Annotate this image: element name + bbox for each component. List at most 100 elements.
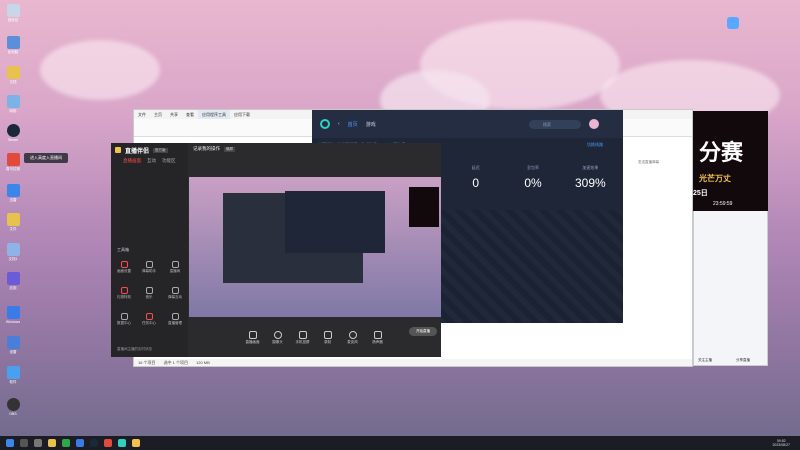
tab-interact[interactable]: 互动 — [147, 158, 156, 164]
start-icon[interactable] — [6, 439, 14, 447]
tab-app-tools[interactable]: 应用程序工具 — [198, 110, 230, 119]
icon-label: Steam — [7, 138, 19, 142]
tab-home[interactable]: 首页 — [348, 121, 358, 128]
desktop-icon[interactable]: 此电脑 — [2, 36, 24, 62]
preview-window — [409, 187, 439, 227]
share-button[interactable]: 分享直播 — [736, 358, 750, 363]
tool-button[interactable]: 弹幕助手 — [141, 261, 157, 277]
chart-icon — [120, 313, 128, 320]
section-label: 工具箱 — [117, 247, 129, 252]
back-icon[interactable]: ‹ — [338, 121, 340, 127]
tab-view[interactable]: 查看 — [182, 110, 198, 119]
icon-label: Windows — [5, 320, 21, 324]
banner-subtitle: 光芒万丈 — [699, 174, 731, 183]
icon-label: 喜马拉雅 — [6, 167, 20, 171]
comment-icon — [171, 287, 179, 294]
desktop-icon[interactable]: 应用 — [2, 272, 24, 298]
stat-latency: 延迟 0 — [447, 165, 504, 205]
desktop-icon[interactable]: 文档1 — [2, 243, 24, 269]
tool-button[interactable]: 弹幕互动 — [167, 287, 183, 303]
edge-icon[interactable] — [76, 439, 84, 447]
source-label: 麦克风 — [347, 340, 358, 344]
tool-button[interactable]: 直播间 — [167, 261, 183, 277]
source-label: 摄像头 — [272, 340, 283, 344]
tool-label: 弹幕助手 — [142, 269, 156, 273]
desktop-icon[interactable]: Windows — [2, 306, 24, 332]
tool-button[interactable]: 音乐 — [141, 287, 157, 303]
source-button[interactable]: 录制 — [319, 331, 337, 345]
wallpaper-cloud — [40, 40, 160, 100]
desktop-icon[interactable]: 迅雷 — [2, 184, 24, 210]
music-icon — [145, 287, 153, 294]
desktop-icon[interactable]: 网络 — [2, 95, 24, 121]
screen-icon — [120, 261, 128, 268]
desktop-icon[interactable]: 喜马拉雅 — [2, 153, 24, 179]
desktop-icon[interactable]: 软件 — [2, 366, 24, 392]
source-button[interactable]: 扬声器 — [369, 331, 387, 345]
system-clock[interactable]: 09:52 2023/08/27 — [772, 439, 790, 447]
tab-share[interactable]: 共享 — [166, 110, 182, 119]
microphone-icon — [348, 331, 357, 339]
start-live-button[interactable]: 开始直播 — [409, 327, 437, 336]
chat-icon — [145, 261, 153, 268]
live-companion-window[interactable]: 直播伴侣 官方版 直播画面 互动 功能区 工具箱 画面设置 弹幕助手 直播间 礼… — [111, 143, 441, 357]
accelerator-icon[interactable] — [118, 439, 126, 447]
obs-icon — [6, 398, 20, 411]
source-button[interactable]: 手机投屏 — [294, 331, 312, 345]
stat-label: 丢包率 — [526, 165, 539, 170]
search-icon[interactable] — [20, 439, 28, 447]
live-companion-icon[interactable] — [132, 439, 140, 447]
desktop-icon[interactable]: 设置 — [2, 336, 24, 362]
tool-button[interactable]: 任务中心 — [141, 313, 157, 329]
source-button[interactable]: 摄像头 — [269, 331, 287, 345]
paper-plane-icon[interactable] — [727, 17, 739, 29]
tool-button[interactable]: 直播管理 — [167, 313, 183, 329]
tab-games[interactable]: 游戏 — [366, 121, 376, 128]
icon-label: 此电脑 — [7, 50, 19, 54]
tab-file[interactable]: 文件 — [134, 110, 150, 119]
steam-icon[interactable] — [90, 439, 98, 447]
task-view-icon[interactable] — [34, 439, 42, 447]
avatar[interactable] — [589, 119, 599, 129]
app-logo-icon — [115, 147, 121, 153]
room-icon — [171, 261, 179, 268]
clock-date: 2023/08/27 — [772, 443, 790, 447]
scene-header: 记录我的操作 横屏 — [189, 143, 441, 155]
stream-preview[interactable]: 分赛 光芒万丈 25日 23:59:59 — [693, 111, 768, 211]
live-preview[interactable] — [189, 177, 441, 317]
tool-button[interactable]: 画面设置 — [116, 261, 132, 277]
icon-label: OBS — [9, 412, 17, 416]
tool-label: 直播管理 — [168, 321, 182, 325]
source-button[interactable]: 直播画面 — [244, 331, 262, 345]
windows-icon — [6, 306, 20, 319]
explorer-icon[interactable] — [48, 439, 56, 447]
tool-button[interactable]: 数据中心 — [116, 313, 132, 329]
tab-home[interactable]: 主页 — [150, 110, 166, 119]
tool-label: 画面设置 — [117, 269, 131, 273]
desktop-icon[interactable]: 文档 — [2, 66, 24, 92]
desktop-icon[interactable]: 文件 — [2, 213, 24, 239]
desktop-icon[interactable]: OBS — [2, 398, 24, 424]
document-icon — [6, 243, 20, 256]
source-label: 手机投屏 — [295, 340, 310, 344]
search-input[interactable]: 搜索 — [529, 119, 581, 129]
desktop-icon[interactable]: 回收站 — [2, 4, 24, 30]
record-icon — [323, 331, 332, 339]
wechat-icon[interactable] — [62, 439, 70, 447]
document-icon — [6, 366, 20, 379]
preview-window — [285, 191, 385, 253]
tool-label: 任务中心 — [142, 321, 156, 325]
follow-button[interactable]: 关注主播 — [698, 358, 712, 363]
sidebar-tabs: 直播画面 互动 功能区 — [111, 158, 188, 164]
tool-button[interactable]: 礼物特效 — [116, 287, 132, 303]
icon-label: 网络 — [9, 109, 17, 113]
tab-live-screen[interactable]: 直播画面 — [123, 158, 141, 164]
app-logo-icon — [320, 119, 330, 129]
source-toolbar: 直播画面 摄像头 手机投屏 录制 麦克风 扬声器 — [189, 319, 441, 357]
desktop-icon[interactable]: Steam — [2, 124, 24, 150]
switch-line-button[interactable]: 切换线路 — [587, 142, 603, 148]
app-icon[interactable] — [104, 439, 112, 447]
tab-functions[interactable]: 功能区 — [162, 158, 176, 164]
source-button[interactable]: 麦克风 — [344, 331, 362, 345]
banner-date: 25日 — [693, 190, 708, 197]
